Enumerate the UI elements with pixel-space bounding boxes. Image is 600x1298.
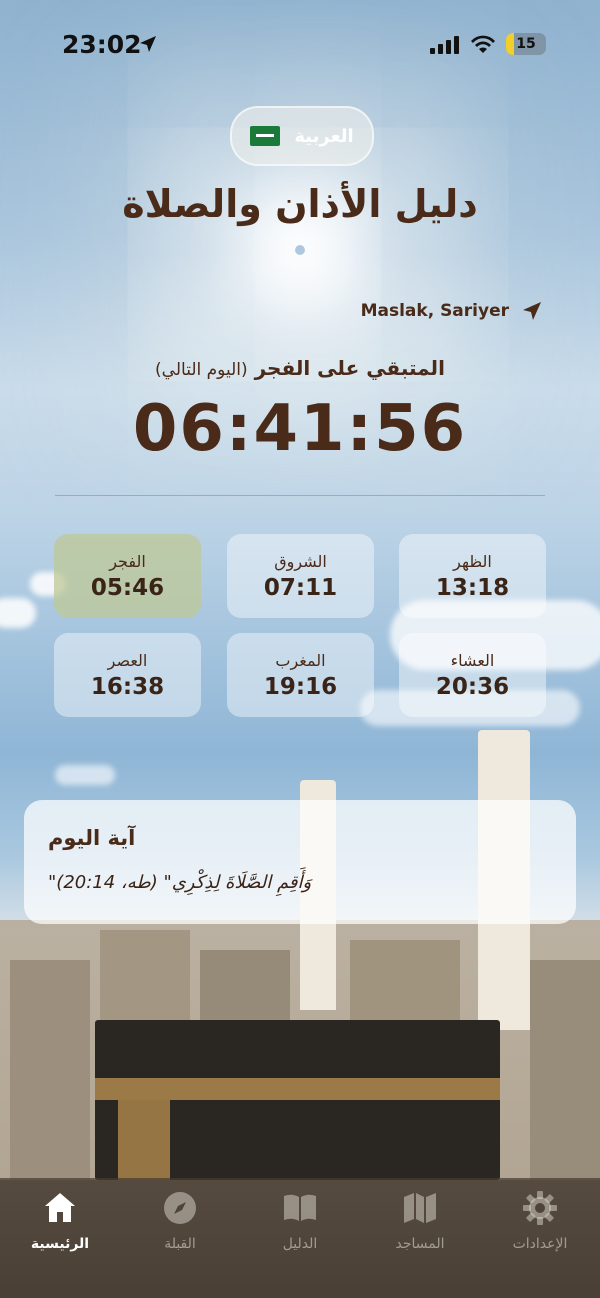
- tab-bar: الرئيسية القبلة الدليل المساجد الإعدادات: [0, 1178, 600, 1298]
- location-arrow-icon: [140, 36, 156, 52]
- status-bar: 23:02 15: [0, 0, 600, 90]
- location-name: Maslak, Sariyer: [360, 301, 509, 321]
- prayer-card-isha[interactable]: العشاء 20:36: [399, 633, 546, 717]
- tab-guide[interactable]: الدليل: [240, 1178, 360, 1298]
- kaaba-band: [95, 1078, 500, 1100]
- prayer-time: 16:38: [90, 673, 165, 700]
- cellular-signal-icon: [430, 36, 459, 54]
- prayer-name: العصر: [107, 650, 148, 670]
- status-time: 23:02: [62, 30, 142, 59]
- navigation-arrow-icon: [523, 302, 541, 320]
- cloud: [55, 765, 115, 785]
- prayer-time: 05:46: [90, 574, 165, 601]
- prayer-card-fajr[interactable]: الفجر 05:46: [54, 534, 201, 618]
- book-icon: [284, 1194, 316, 1221]
- app-title: دليل الأذان والصلاة: [122, 182, 478, 226]
- tab-label: القبلة: [164, 1236, 196, 1252]
- prayer-time: 13:18: [435, 574, 510, 601]
- divider: [55, 495, 545, 496]
- tab-settings[interactable]: الإعدادات: [480, 1178, 600, 1298]
- cloud: [0, 598, 36, 628]
- tab-qibla[interactable]: القبلة: [120, 1178, 240, 1298]
- tab-label: الدليل: [282, 1236, 318, 1252]
- countdown-sublabel: (اليوم التالي): [155, 360, 248, 380]
- home-icon: [45, 1193, 75, 1222]
- tab-label: الرئيسية: [30, 1236, 90, 1252]
- compass-icon: [164, 1192, 196, 1224]
- tab-home[interactable]: الرئيسية: [0, 1178, 120, 1298]
- language-label: العربية: [294, 125, 354, 147]
- verse-of-the-day-card: آية اليوم "وَأَقِمِ الصَّلَاةَ لِذِكْرِي…: [24, 800, 576, 924]
- countdown-label: المتبقي على الفجر (اليوم التالي): [0, 356, 600, 380]
- location-row[interactable]: Maslak, Sariyer: [361, 300, 543, 322]
- tab-label: الإعدادات: [512, 1236, 568, 1252]
- tab-label: المساجد: [395, 1236, 445, 1252]
- verse-title: آية اليوم: [48, 826, 136, 850]
- tab-mosques[interactable]: المساجد: [360, 1178, 480, 1298]
- prayer-time: 20:36: [435, 673, 510, 700]
- wifi-icon: [471, 35, 495, 53]
- prayer-time: 19:16: [263, 673, 338, 700]
- prayer-card-maghrib[interactable]: المغرب 19:16: [227, 633, 374, 717]
- prayer-card-dhuhr[interactable]: الظهر 13:18: [399, 534, 546, 618]
- sun-glow: [295, 245, 305, 255]
- saudi-flag-icon: [250, 126, 281, 146]
- prayer-name: المغرب: [275, 650, 326, 670]
- battery-percent: 15: [516, 36, 536, 52]
- prayer-time: 07:11: [263, 574, 338, 601]
- language-selector-button[interactable]: العربية: [230, 106, 374, 166]
- gear-icon: [523, 1191, 557, 1225]
- prayer-name: الفجر: [109, 551, 146, 571]
- prayer-card-sunrise[interactable]: الشروق 07:11: [227, 534, 374, 618]
- countdown-timer: 06:41:56: [132, 392, 468, 466]
- prayer-name: العشاء: [450, 650, 495, 670]
- verse-text: "وَأَقِمِ الصَّلَاةَ لِذِكْرِي" (طه، 20:…: [48, 872, 312, 893]
- prayer-name: الظهر: [453, 551, 492, 571]
- prayer-card-asr[interactable]: العصر 16:38: [54, 633, 201, 717]
- kaaba-door: [118, 1100, 170, 1180]
- battery-indicator: 15: [506, 33, 546, 55]
- countdown-title: المتبقي على الفجر: [254, 356, 445, 380]
- map-icon: [404, 1193, 436, 1223]
- prayer-name: الشروق: [274, 551, 327, 571]
